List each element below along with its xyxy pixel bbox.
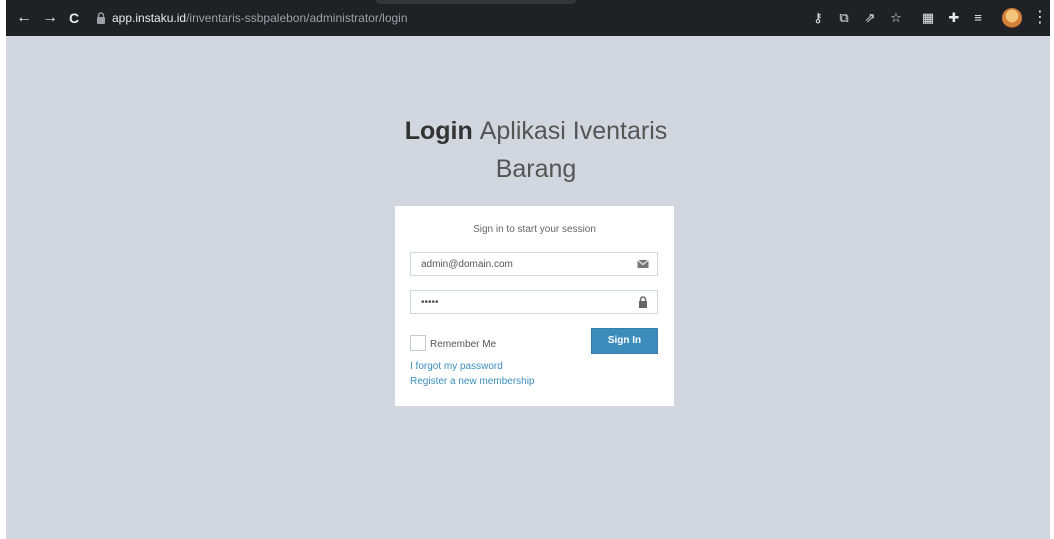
password-field[interactable] [411,291,641,313]
email-field-group [410,252,658,276]
envelope-icon [637,259,649,268]
page-title-rest: Aplikasi Iventaris [479,117,668,145]
tab-strip-edge [376,0,576,4]
password-field-group [410,290,658,314]
browser-toolbar: ← → C app.instaku.id/inventaris-ssbpaleb… [6,0,1050,36]
lock-icon [639,296,647,308]
url-host: app.instaku.id [112,11,187,25]
profile-avatar[interactable] [1002,8,1022,28]
extensions-puzzle-icon[interactable]: ✚ [946,10,962,26]
forward-icon[interactable]: → [40,8,60,28]
login-box: Sign in to start your session Remember M… [395,206,674,406]
page-title: Login Aplikasi Iventaris Barang [386,112,686,188]
url-text: app.instaku.id/inventaris-ssbpalebon/adm… [112,10,408,26]
back-icon[interactable]: ← [14,8,34,28]
browser-window: ← → C app.instaku.id/inventaris-ssbpaleb… [6,0,1050,539]
login-box-message: Sign in to start your session [473,224,596,235]
more-menu-icon[interactable]: ⋮ [1032,8,1048,28]
remember-me-checkbox[interactable] [410,335,426,351]
email-field[interactable] [411,253,641,275]
address-bar[interactable]: app.instaku.id/inventaris-ssbpalebon/adm… [90,5,798,31]
page-title-bold: Login [404,117,473,145]
extension-grid-icon[interactable]: ▦ [920,10,936,26]
register-link[interactable]: Register a new membership [410,376,535,387]
password-key-icon[interactable]: ⚷ [810,10,826,26]
page-title-line2: Barang [495,155,577,183]
translate-icon[interactable]: ⧉ [836,10,852,26]
bookmark-star-icon[interactable]: ☆ [888,10,904,26]
lock-icon [97,12,105,24]
remember-me-label: Remember Me [430,339,497,350]
sign-in-button[interactable]: Sign In [591,328,658,354]
media-control-icon[interactable]: ≡ [970,10,986,26]
share-icon[interactable]: ⇗ [862,10,878,26]
url-path: /inventaris-ssbpalebon/administrator/log… [186,11,408,25]
forgot-password-link[interactable]: I forgot my password [410,361,503,372]
reload-icon[interactable]: C [64,8,84,28]
